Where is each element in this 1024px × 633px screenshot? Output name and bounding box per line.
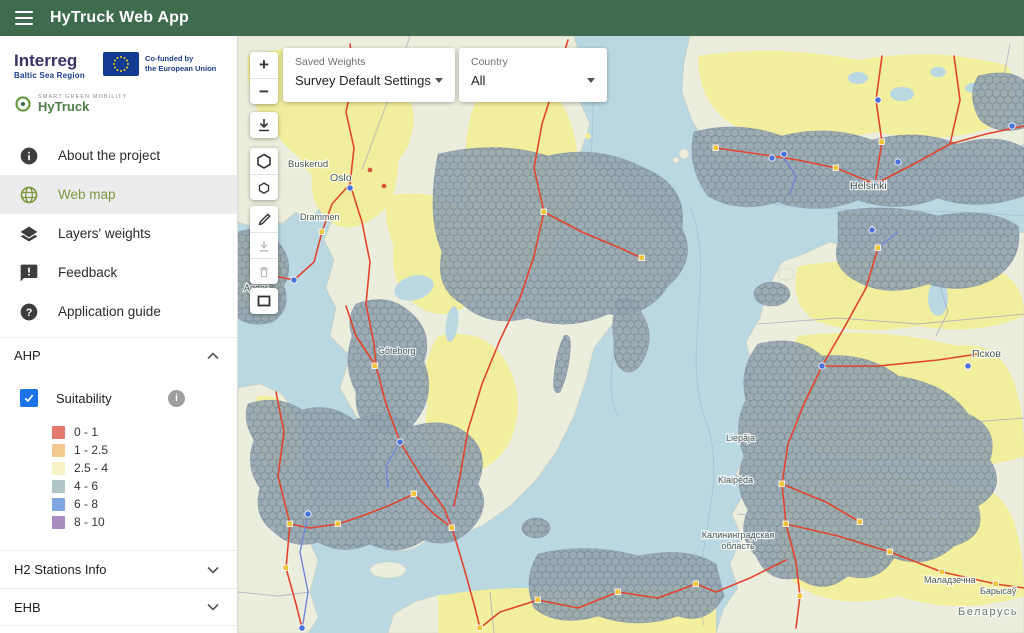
rectangle-extent-icon xyxy=(256,293,272,309)
download-map-button[interactable] xyxy=(250,112,278,138)
zoom-out-button[interactable]: − xyxy=(250,78,278,104)
svg-text:Klaipėda: Klaipėda xyxy=(718,475,753,485)
ahp-title: AHP xyxy=(14,348,41,363)
eu-cofunded-logo: Co-funded by the European Union xyxy=(103,52,216,76)
svg-text:Псков: Псков xyxy=(972,348,1001,360)
sidebar-item-label: Feedback xyxy=(58,265,117,280)
svg-text:Барысаў: Барысаў xyxy=(980,586,1017,596)
legend-item: 1 - 2.5 xyxy=(52,441,237,459)
pencil-icon xyxy=(257,212,272,227)
help-icon: ? xyxy=(18,301,40,323)
sidebar-item-application-guide[interactable]: ? Application guide xyxy=(0,292,237,331)
draw-pencil-button[interactable] xyxy=(250,206,278,232)
legend-swatch xyxy=(52,462,65,475)
svg-text:Drammen: Drammen xyxy=(300,212,340,222)
sidebar-item-label: Web map xyxy=(58,187,116,202)
svg-text:Helsinki: Helsinki xyxy=(850,180,887,192)
hexagon-small-icon xyxy=(258,182,270,194)
legend-swatch xyxy=(52,498,65,511)
hytruck-logo: SMART GREEN MOBILITY HyTruck xyxy=(14,94,223,114)
legend-swatch xyxy=(52,444,65,457)
page-title: HyTruck Web App xyxy=(50,9,189,27)
sidebar-item-label: About the project xyxy=(58,148,160,163)
country-select[interactable]: Country All xyxy=(459,48,607,102)
chevron-up-icon xyxy=(207,352,219,360)
legend-item: 8 - 10 xyxy=(52,513,237,531)
sidebar-item-web-map[interactable]: Web map xyxy=(0,175,237,214)
basemap: Buskerud Oslo Drammen Agder Helsinki Göt… xyxy=(238,36,1024,633)
extent-control xyxy=(250,288,278,314)
sidebar-nav: About the project Web map Layers' weight… xyxy=(0,136,237,331)
svg-text:Маладзечна: Маладзечна xyxy=(924,575,976,585)
app-header: HyTruck Web App xyxy=(0,0,1024,36)
svg-text:Oslo: Oslo xyxy=(330,172,352,184)
svg-text:Buskerud: Buskerud xyxy=(288,159,328,170)
hexagon-icon xyxy=(256,153,272,169)
download-icon xyxy=(256,117,272,133)
chevron-down-icon xyxy=(587,78,595,83)
sidebar-item-label: Application guide xyxy=(58,304,161,319)
svg-text:Liepāja: Liepāja xyxy=(726,433,755,443)
suitability-info-icon[interactable]: i xyxy=(168,390,185,407)
feedback-icon xyxy=(18,262,40,284)
layers-icon xyxy=(18,223,40,245)
globe-icon xyxy=(18,184,40,206)
sidebar-item-layers-weights[interactable]: Layers' weights xyxy=(0,214,237,253)
chevron-down-icon xyxy=(207,566,219,574)
download-control xyxy=(250,112,278,138)
web-map[interactable]: Buskerud Oslo Drammen Agder Helsinki Göt… xyxy=(238,36,1024,633)
extent-button[interactable] xyxy=(250,288,278,314)
logo-block: Interreg Baltic Sea Region Co-funded by … xyxy=(0,36,237,122)
svg-text:область: область xyxy=(721,541,755,551)
suitability-row: Suitability i xyxy=(0,381,237,415)
download-disabled-icon xyxy=(257,239,271,253)
save-drawing-button[interactable] xyxy=(250,232,278,258)
saved-weights-select[interactable]: Saved Weights Survey Default Settings xyxy=(283,48,455,102)
saved-weights-label: Saved Weights xyxy=(295,56,443,68)
chevron-down-icon xyxy=(435,78,443,83)
legend-swatch xyxy=(52,426,65,439)
sidebar-item-label: Layers' weights xyxy=(58,226,151,241)
app-window: HyTruck Web App Interreg Baltic Sea Regi… xyxy=(0,0,1024,633)
suitability-legend: 0 - 1 1 - 2.5 2.5 - 4 4 - 6 6 - 8 8 - 10 xyxy=(0,415,237,541)
suitability-label: Suitability xyxy=(56,391,112,406)
legend-item: 6 - 8 xyxy=(52,495,237,513)
delete-drawing-button[interactable] xyxy=(250,258,278,284)
draw-tools xyxy=(250,206,278,284)
svg-text:Göteborg: Göteborg xyxy=(378,346,416,356)
eu-flag-icon xyxy=(103,52,139,76)
suitability-checkbox[interactable] xyxy=(20,389,38,407)
svg-text:Беларусь: Беларусь xyxy=(958,606,1018,618)
legend-swatch xyxy=(52,516,65,529)
ahp-section-header[interactable]: AHP xyxy=(0,337,237,373)
legend-item: 2.5 - 4 xyxy=(52,459,237,477)
country-value: All xyxy=(471,73,485,88)
hexagon-small-button[interactable] xyxy=(250,174,278,200)
ehb-section-header[interactable]: EHB xyxy=(0,588,237,626)
hexagon-tools xyxy=(250,148,278,200)
hytruck-emblem-icon xyxy=(14,95,32,113)
sidebar: Interreg Baltic Sea Region Co-funded by … xyxy=(0,36,238,633)
zoom-control: + − xyxy=(250,52,278,104)
legend-item: 0 - 1 xyxy=(52,423,237,441)
svg-text:?: ? xyxy=(26,307,33,319)
interreg-logo: Interreg Baltic Sea Region xyxy=(14,52,85,80)
h2-stations-section-header[interactable]: H2 Stations Info xyxy=(0,550,237,588)
country-label: Country xyxy=(471,56,595,68)
menu-icon[interactable] xyxy=(12,6,36,30)
svg-text:Калининградская: Калининградская xyxy=(702,530,775,540)
sidebar-item-about[interactable]: About the project xyxy=(0,136,237,175)
sidebar-item-feedback[interactable]: Feedback xyxy=(0,253,237,292)
legend-swatch xyxy=(52,480,65,493)
zoom-in-button[interactable]: + xyxy=(250,52,278,78)
legend-item: 4 - 6 xyxy=(52,477,237,495)
hexagon-select-button[interactable] xyxy=(250,148,278,174)
trash-disabled-icon xyxy=(257,265,271,279)
info-icon xyxy=(18,145,40,167)
saved-weights-value: Survey Default Settings xyxy=(295,73,431,88)
chevron-down-icon xyxy=(207,603,219,611)
